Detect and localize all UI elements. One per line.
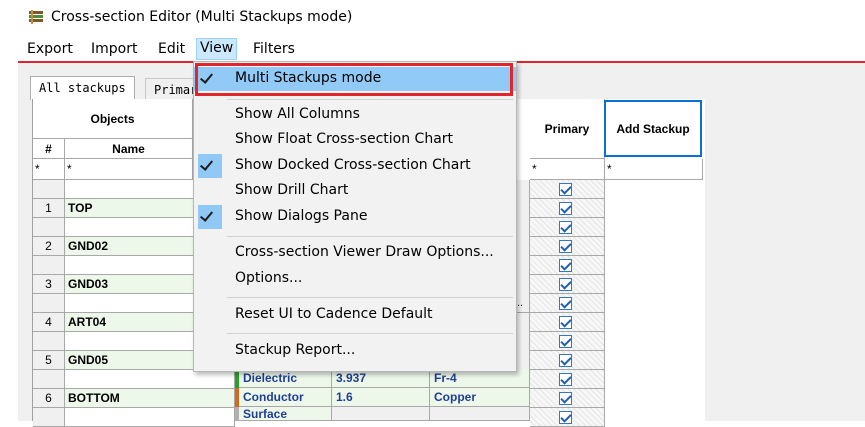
row-number[interactable]: 4 xyxy=(33,313,65,332)
row-number[interactable]: 1 xyxy=(33,199,65,218)
layer-name[interactable]: BOTTOM xyxy=(65,389,235,408)
row-number[interactable]: 6 xyxy=(33,389,65,408)
window-title: Cross-section Editor (Multi Stackups mod… xyxy=(51,9,353,25)
primary-checkbox[interactable] xyxy=(559,373,572,386)
dielectric-row[interactable] xyxy=(65,408,235,427)
detail-thickness[interactable] xyxy=(332,407,430,421)
primary-checkbox[interactable] xyxy=(559,259,572,272)
ellipsis-cell: .. xyxy=(517,294,530,313)
menu-view[interactable]: View xyxy=(196,38,238,60)
primary-cell[interactable] xyxy=(530,370,605,389)
primary-checkbox[interactable] xyxy=(559,354,572,367)
menu-separator xyxy=(227,236,513,237)
detail-thickness[interactable]: 1.6 xyxy=(332,388,430,407)
primary-column-header[interactable]: Primary xyxy=(530,99,605,159)
show-dialogs-pane-item[interactable]: Show Dialogs Pane xyxy=(194,205,516,229)
show-docked-chart-item[interactable]: Show Docked Cross-section Chart xyxy=(194,154,516,178)
show-all-columns-item[interactable]: Show All Columns xyxy=(194,103,516,127)
menu-export[interactable]: Export xyxy=(24,39,76,59)
row-number[interactable] xyxy=(33,332,65,351)
detail-material[interactable] xyxy=(430,407,530,421)
title-bar: Cross-section Editor (Multi Stackups mod… xyxy=(0,0,865,36)
menu-bar: Export Import Edit View Filters xyxy=(0,36,865,61)
app-icon xyxy=(29,10,43,24)
detail-material[interactable]: Copper xyxy=(430,388,530,407)
view-menu: Multi Stackups mode Show All Columns Sho… xyxy=(193,61,517,372)
primary-cell[interactable] xyxy=(530,408,605,427)
row-number[interactable] xyxy=(33,294,65,313)
primary-checkbox[interactable] xyxy=(559,202,572,215)
objects-header: Objects xyxy=(33,99,193,139)
primary-filter[interactable]: * xyxy=(530,159,605,180)
primary-cell[interactable] xyxy=(530,218,605,237)
primary-cell[interactable] xyxy=(530,332,605,351)
primary-checkbox[interactable] xyxy=(559,392,572,405)
primary-cell[interactable] xyxy=(530,275,605,294)
menu-edit[interactable]: Edit xyxy=(155,39,188,59)
menu-separator xyxy=(227,297,513,298)
show-float-chart-item[interactable]: Show Float Cross-section Chart xyxy=(194,128,516,152)
primary-cell[interactable] xyxy=(530,237,605,256)
options-item[interactable]: Options... xyxy=(194,267,516,291)
multi-stackups-mode-item[interactable]: Multi Stackups mode xyxy=(194,67,516,91)
primary-cell[interactable] xyxy=(530,180,605,199)
primary-checkbox[interactable] xyxy=(559,183,572,196)
tab-all-stackups[interactable]: All stackups xyxy=(30,76,135,100)
primary-checkbox[interactable] xyxy=(559,240,572,253)
add-stackup-filter[interactable]: * xyxy=(605,159,703,180)
menu-import[interactable]: Import xyxy=(88,39,140,59)
primary-checkbox[interactable] xyxy=(559,316,572,329)
row-number[interactable] xyxy=(33,408,65,427)
row-number[interactable] xyxy=(33,180,65,199)
primary-checkbox[interactable] xyxy=(559,335,572,348)
row-number[interactable] xyxy=(33,256,65,275)
primary-cell[interactable] xyxy=(530,256,605,275)
primary-cell[interactable] xyxy=(530,199,605,218)
row-number[interactable]: 2 xyxy=(33,237,65,256)
show-drill-chart-item[interactable]: Show Drill Chart xyxy=(194,179,516,203)
primary-cell[interactable] xyxy=(530,389,605,408)
primary-checkbox[interactable] xyxy=(559,278,572,291)
primary-cell[interactable] xyxy=(530,351,605,370)
name-column-header[interactable]: Name xyxy=(65,139,193,159)
check-icon xyxy=(199,70,214,84)
primary-checkbox[interactable] xyxy=(559,221,572,234)
primary-cell[interactable] xyxy=(530,294,605,313)
reset-ui-item[interactable]: Reset UI to Cadence Default xyxy=(194,303,516,327)
menu-filters[interactable]: Filters xyxy=(250,39,298,59)
row-number[interactable]: 5 xyxy=(33,351,65,370)
stackup-report-item[interactable]: Stackup Report... xyxy=(194,339,516,363)
number-filter[interactable]: * xyxy=(33,159,65,180)
dielectric-row[interactable] xyxy=(65,370,235,389)
number-column-header[interactable]: # xyxy=(33,139,65,159)
detail-type[interactable]: Surface xyxy=(239,407,332,421)
primary-checkbox[interactable] xyxy=(559,297,572,310)
primary-cell[interactable] xyxy=(530,313,605,332)
row-number[interactable] xyxy=(33,370,65,389)
menu-separator xyxy=(227,333,513,334)
name-filter[interactable]: * xyxy=(65,159,193,180)
draw-options-item[interactable]: Cross-section Viewer Draw Options... xyxy=(194,241,516,265)
add-stackup-button[interactable]: Add Stackup xyxy=(604,100,702,157)
row-number[interactable] xyxy=(33,218,65,237)
row-number[interactable]: 3 xyxy=(33,275,65,294)
primary-checkbox[interactable] xyxy=(559,411,572,424)
menu-separator xyxy=(227,99,513,100)
detail-type[interactable]: Conductor xyxy=(239,388,332,407)
